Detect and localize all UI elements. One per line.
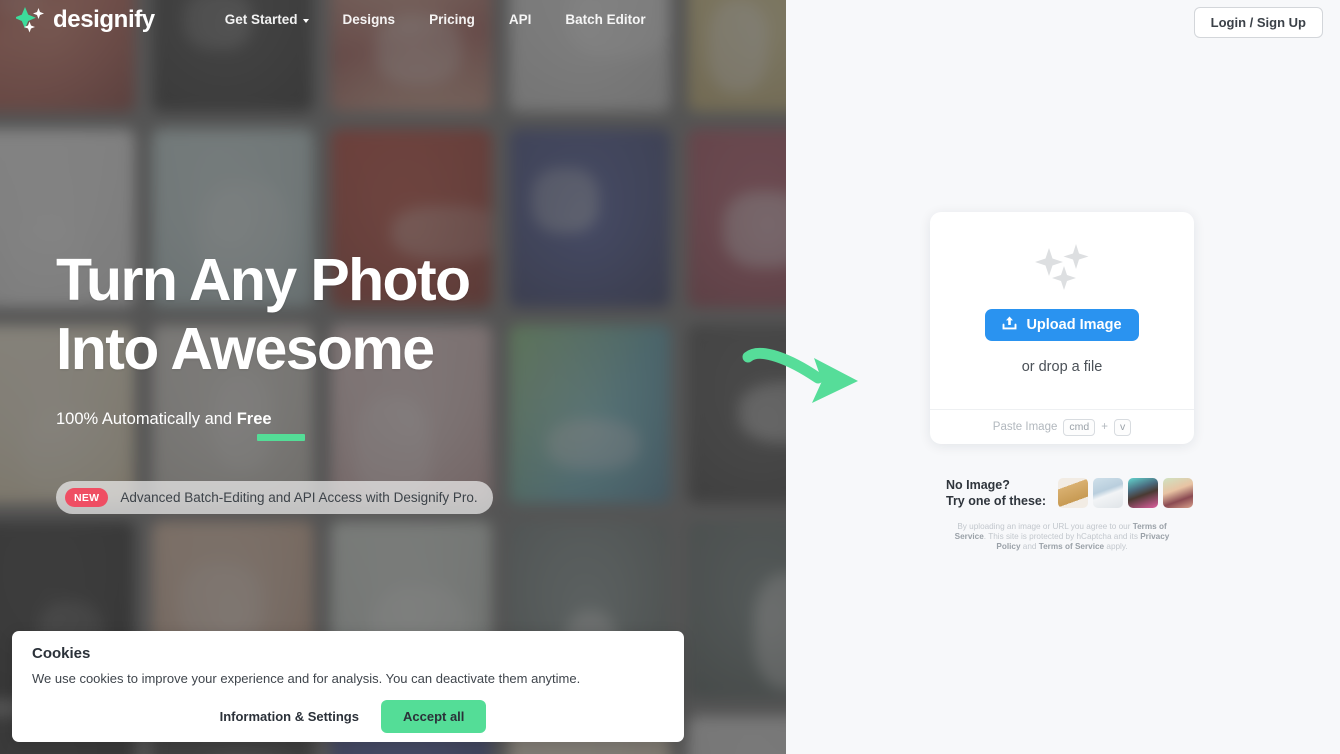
upload-image-button[interactable]: Upload Image xyxy=(985,309,1138,341)
nav-link-label: Batch Editor xyxy=(565,12,645,27)
nav-link-label: Pricing xyxy=(429,12,475,27)
hero-subtitle-bold: Free xyxy=(237,410,272,428)
upload-button-label: Upload Image xyxy=(1026,317,1121,333)
nav-links: Get Started Designs Pricing API Batch Editor xyxy=(208,12,663,27)
nav-link-api[interactable]: API xyxy=(492,12,549,27)
nav-link-batch-editor[interactable]: Batch Editor xyxy=(548,12,662,27)
paste-image-label: Paste Image xyxy=(993,421,1058,433)
logo[interactable]: designify xyxy=(16,6,155,34)
top-navigation-bar: designify Get Started Designs Pricing API Ba… xyxy=(0,0,1340,39)
nav-left-group: designify Get Started Designs Pricing API Ba… xyxy=(0,6,663,34)
nav-link-pricing[interactable]: Pricing xyxy=(412,12,492,27)
upload-arrow-icon xyxy=(1002,315,1017,335)
upload-card[interactable]: Upload Image or drop a file Paste Image … xyxy=(930,212,1194,444)
sample-thumb-white-car[interactable] xyxy=(1093,478,1123,508)
sparkle-logo-icon xyxy=(16,7,46,33)
cookie-dialog-title: Cookies xyxy=(32,645,664,662)
hero-copy: Turn Any Photo Into Awesome 100% Automat… xyxy=(56,246,469,429)
curved-arrow-right-icon xyxy=(740,345,870,412)
cookie-dialog-body: We use cookies to improve your experienc… xyxy=(32,671,664,686)
chevron-down-icon xyxy=(303,19,309,23)
nav-link-designs[interactable]: Designs xyxy=(326,12,413,27)
promo-banner-text: Advanced Batch-Editing and API Access wi… xyxy=(120,490,477,505)
sample-thumb-cosmetic-tube[interactable] xyxy=(1058,478,1088,508)
hero-subtitle: 100% Automatically and Free xyxy=(56,410,272,429)
try-one-line: Try one of these: xyxy=(946,493,1046,509)
sample-images-label: No Image? Try one of these: xyxy=(946,477,1046,509)
paste-key-v: v xyxy=(1114,419,1131,436)
legal-part-2: . This site is protected by hCaptcha and… xyxy=(984,532,1140,541)
hero-subtitle-prefix: 100% Automatically and xyxy=(56,410,237,428)
paste-plus-sign: + xyxy=(1101,421,1108,433)
page-root: Upload Image or drop a file Paste Image … xyxy=(0,0,1340,754)
nav-link-label: Designs xyxy=(343,12,396,27)
login-signup-button[interactable]: Login / Sign Up xyxy=(1194,7,1323,38)
sample-images-section: No Image? Try one of these: xyxy=(946,477,1193,509)
page-title: Turn Any Photo Into Awesome xyxy=(56,246,469,384)
free-underline xyxy=(257,434,305,441)
sparkles-icon xyxy=(1031,242,1093,294)
sample-thumbnail-list xyxy=(1058,478,1193,508)
information-settings-button[interactable]: Information & Settings xyxy=(210,701,369,732)
terms-of-service-link-2[interactable]: Terms of Service xyxy=(1039,542,1104,551)
cookie-dialog-actions: Information & Settings Accept all xyxy=(32,700,664,733)
paste-image-hint: Paste Image cmd + v xyxy=(930,409,1194,444)
legal-part-1: By uploading an image or URL you agree t… xyxy=(957,522,1132,531)
legal-part-4: apply. xyxy=(1104,542,1128,551)
nav-link-label: API xyxy=(509,12,532,27)
promo-banner[interactable]: NEW Advanced Batch-Editing and API Acces… xyxy=(56,481,493,514)
sample-thumb-man-portrait[interactable] xyxy=(1128,478,1158,508)
no-image-line: No Image? xyxy=(946,477,1046,493)
sample-thumb-woman-portrait[interactable] xyxy=(1163,478,1193,508)
drop-file-text: or drop a file xyxy=(1022,359,1103,375)
nav-link-get-started[interactable]: Get Started xyxy=(208,12,326,27)
cookie-consent-dialog: Cookies We use cookies to improve your e… xyxy=(12,631,684,742)
status-badge: NEW xyxy=(65,488,108,507)
nav-link-label: Get Started xyxy=(225,12,298,27)
accept-all-button[interactable]: Accept all xyxy=(381,700,486,733)
legal-part-3: and xyxy=(1021,542,1039,551)
paste-key-cmd: cmd xyxy=(1063,419,1095,436)
logo-text: designify xyxy=(53,6,155,34)
legal-disclaimer: By uploading an image or URL you agree t… xyxy=(946,522,1178,553)
